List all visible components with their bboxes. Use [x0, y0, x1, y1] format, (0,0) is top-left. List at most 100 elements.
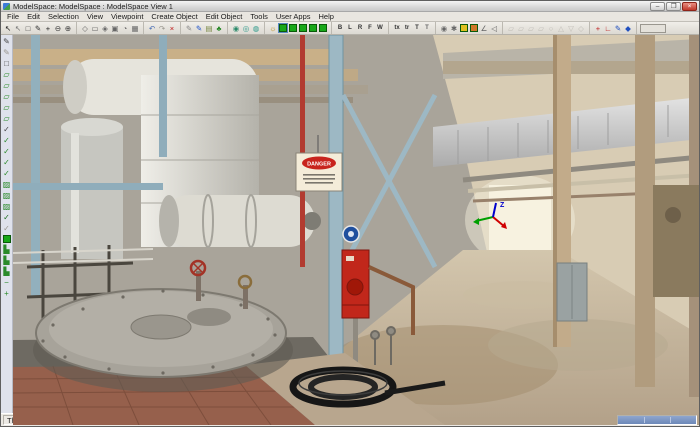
menu-view[interactable]: View: [83, 12, 107, 22]
check-outside-icon[interactable]: ✓: [1, 146, 12, 157]
ref-plane-1-icon[interactable]: ▱: [506, 23, 516, 34]
sketch-pencil-alt-icon[interactable]: ✎: [1, 47, 12, 58]
sketch-blue-icon[interactable]: ✎: [613, 23, 623, 34]
scanner-2-icon[interactable]: ▙: [1, 255, 12, 266]
menu-file[interactable]: File: [3, 12, 23, 22]
menu-viewpoint[interactable]: Viewpoint: [107, 12, 147, 22]
add-points-icon[interactable]: +: [1, 288, 12, 299]
image-tool-icon[interactable]: ▤: [204, 23, 214, 34]
view-history-icon[interactable]: ◔: [120, 23, 130, 34]
add-point-icon[interactable]: +: [593, 23, 603, 34]
ref-circle-icon[interactable]: ○: [546, 23, 556, 34]
vegetation-tool-icon[interactable]: ♣: [214, 23, 224, 34]
select-outside-icon[interactable]: ▨: [1, 190, 12, 201]
diamond-view-icon[interactable]: ◈: [100, 23, 110, 34]
seek-tool-icon[interactable]: ◉: [231, 23, 241, 34]
steel-column-center: [329, 35, 343, 397]
clear-selection-icon[interactable]: ✓: [1, 223, 12, 234]
undo-icon[interactable]: ↶: [147, 23, 157, 34]
camera-view-icon[interactable]: ▣: [110, 23, 120, 34]
view-bottom-icon[interactable]: B: [335, 23, 345, 34]
ref-tri-up-icon[interactable]: △: [556, 23, 566, 34]
fence-rectangle-icon[interactable]: □: [1, 58, 12, 69]
delete-icon[interactable]: ×: [167, 23, 177, 34]
scanner-3-icon[interactable]: ▙: [1, 266, 12, 277]
menu-help[interactable]: Help: [315, 12, 338, 22]
eye-tool-icon[interactable]: ◉: [439, 23, 449, 34]
menu-tools[interactable]: Tools: [246, 12, 272, 22]
link-tool-icon[interactable]: ∠: [479, 23, 489, 34]
remove-points-icon[interactable]: −: [1, 277, 12, 288]
left-toolbar: ✎✎□▱▱▱▱▱✓✓✓✓✓▨▨▨✓✓▙▙▙−+: [1, 35, 13, 413]
check-region-icon[interactable]: ✓: [1, 168, 12, 179]
highlight-orange-icon[interactable]: [470, 24, 478, 32]
steel-beam: [13, 183, 163, 190]
minimize-button[interactable]: –: [650, 2, 665, 11]
ref-plane-2-icon[interactable]: ▱: [516, 23, 526, 34]
menu-create-object[interactable]: Create Object: [147, 12, 201, 22]
close-button[interactable]: ×: [682, 2, 697, 11]
maximize-button[interactable]: ❐: [666, 2, 681, 11]
readout-box-icon[interactable]: [640, 24, 666, 33]
select-inside-icon[interactable]: ▨: [1, 179, 12, 190]
select-all-icon[interactable]: ▨: [1, 201, 12, 212]
scanner-1-icon[interactable]: ▙: [1, 244, 12, 255]
ref-plane-3-icon[interactable]: ▱: [526, 23, 536, 34]
menu-bar: FileEditSelectionViewViewpointCreate Obj…: [1, 12, 699, 22]
point-nav-icon[interactable]: ◍: [251, 23, 261, 34]
ref-plane-4-icon[interactable]: ▱: [536, 23, 546, 34]
density-2-icon[interactable]: [289, 24, 297, 32]
view-front-icon[interactable]: F: [365, 23, 375, 34]
viewport-frame-icon[interactable]: ▦: [130, 23, 140, 34]
view-left-icon[interactable]: L: [345, 23, 355, 34]
check-inside-icon[interactable]: ✓: [1, 135, 12, 146]
annotate-pen-icon[interactable]: ✎: [194, 23, 204, 34]
ref-tri-down-icon[interactable]: ▽: [566, 23, 576, 34]
menu-edit-object[interactable]: Edit Object: [202, 12, 247, 22]
lamp-tool-icon[interactable]: ☼: [268, 23, 278, 34]
redo-icon[interactable]: ↷: [157, 23, 167, 34]
density-1-icon[interactable]: [279, 24, 287, 32]
active-cloud-icon[interactable]: [3, 235, 11, 243]
menu-user-apps[interactable]: User Apps: [272, 12, 315, 22]
zoom-out-icon[interactable]: ⊖: [53, 23, 63, 34]
settings-gear-icon[interactable]: ✱: [449, 23, 459, 34]
apply-selection-icon[interactable]: ✓: [1, 212, 12, 223]
silver-tank: [61, 127, 123, 259]
zoom-in-icon[interactable]: ⊕: [63, 23, 73, 34]
text-x-icon[interactable]: tx: [392, 23, 402, 34]
modelspace-viewport[interactable]: DANGER: [13, 35, 700, 425]
level-tool-icon[interactable]: ∟: [603, 23, 613, 34]
nav-blue-icon[interactable]: ◆: [623, 23, 633, 34]
sketch-pencil-icon[interactable]: ✎: [1, 36, 12, 47]
fence-select-icon[interactable]: □: [23, 23, 33, 34]
pan-tool-icon[interactable]: +: [43, 23, 53, 34]
check-visible-icon[interactable]: ✓: [1, 157, 12, 168]
select-tool-icon[interactable]: ↖: [3, 23, 13, 34]
cloud-tool-icon[interactable]: ◎: [241, 23, 251, 34]
highlight-yellow-icon[interactable]: [460, 24, 468, 32]
text-box-icon[interactable]: T: [412, 23, 422, 34]
accept-check-icon[interactable]: ✓: [1, 124, 12, 135]
text-frame-icon[interactable]: T: [422, 23, 432, 34]
rect-view-icon[interactable]: ▭: [90, 23, 100, 34]
fence-polygon-3-icon[interactable]: ▱: [1, 91, 12, 102]
density-3-icon[interactable]: [299, 24, 307, 32]
draw-line-icon[interactable]: ✎: [33, 23, 43, 34]
measure-pen-icon[interactable]: ✎: [184, 23, 194, 34]
fence-polygon-1-icon[interactable]: ▱: [1, 69, 12, 80]
text-r-icon[interactable]: tr: [402, 23, 412, 34]
density-5-icon[interactable]: [319, 24, 327, 32]
density-4-icon[interactable]: [309, 24, 317, 32]
pick-tool-icon[interactable]: ↖: [13, 23, 23, 34]
view-back-icon[interactable]: W: [375, 23, 385, 34]
view-right-icon[interactable]: R: [355, 23, 365, 34]
fence-polygon-5-icon[interactable]: ▱: [1, 113, 12, 124]
fence-polygon-4-icon[interactable]: ▱: [1, 102, 12, 113]
snap-tool-icon[interactable]: ◁: [489, 23, 499, 34]
hand-tool-icon[interactable]: ◇: [80, 23, 90, 34]
menu-edit[interactable]: Edit: [23, 12, 44, 22]
menu-selection[interactable]: Selection: [44, 12, 83, 22]
fence-polygon-2-icon[interactable]: ▱: [1, 80, 12, 91]
ref-diamond-icon[interactable]: ◇: [576, 23, 586, 34]
